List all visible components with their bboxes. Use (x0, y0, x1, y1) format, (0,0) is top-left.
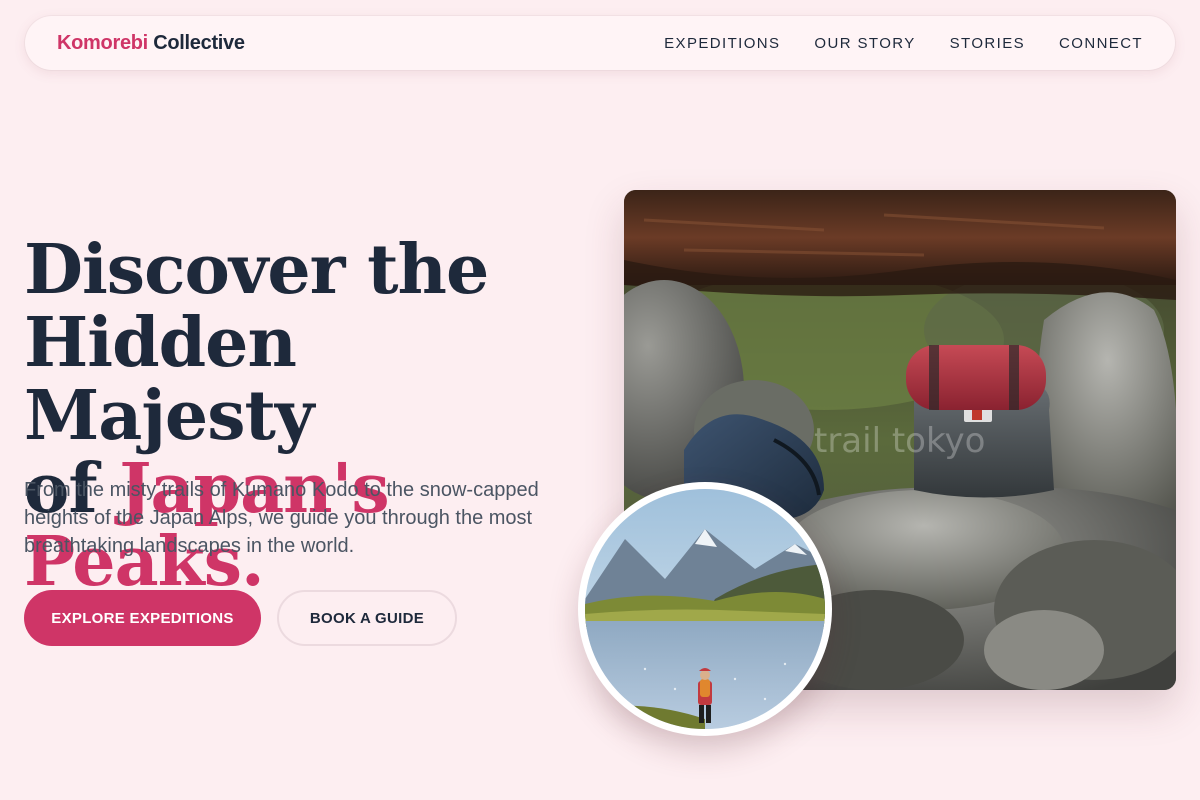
nav-link-our-story[interactable]: OUR STORY (814, 35, 915, 52)
nav-links: EXPEDITIONS OUR STORY STORIES CONNECT (664, 35, 1143, 52)
hiker-mountain-lake-photo (585, 489, 825, 729)
photo-watermark: trail tokyo (814, 421, 985, 461)
hiker-lake-photo-frame (578, 482, 832, 736)
nav-link-stories[interactable]: STORIES (950, 35, 1025, 52)
hero-subtitle: From the misty trails of Kumano Kodo to … (24, 479, 539, 557)
explore-expeditions-button[interactable]: EXPLORE EXPEDITIONS (24, 590, 261, 646)
brand-name-part2: Collective (153, 31, 245, 54)
hero-title-line1: Discover the (24, 230, 489, 310)
hero-title-line2: Hidden Majesty (24, 303, 314, 456)
book-a-guide-button[interactable]: BOOK A GUIDE (277, 590, 457, 646)
nav-link-expeditions[interactable]: EXPEDITIONS (664, 35, 780, 52)
brand-logo[interactable]: Komorebi Collective (57, 32, 245, 55)
top-navbar: Komorebi Collective EXPEDITIONS OUR STOR… (25, 16, 1175, 70)
brand-name-part1: Komorebi (57, 31, 148, 54)
nav-link-connect[interactable]: CONNECT (1059, 35, 1143, 52)
